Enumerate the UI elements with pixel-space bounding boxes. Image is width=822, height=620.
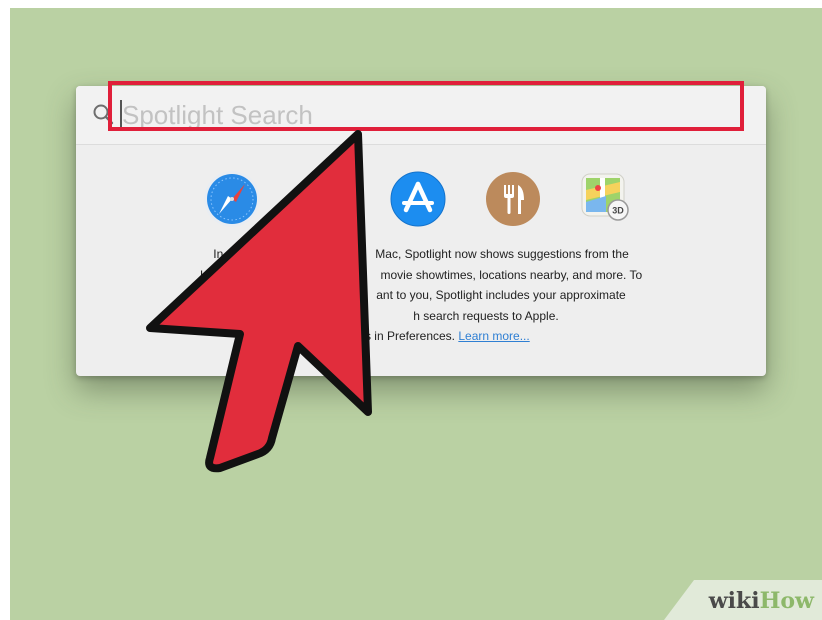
app-store-icon[interactable] <box>389 170 447 228</box>
suggestion-icons: 3D <box>76 156 766 228</box>
learn-more-link[interactable]: Learn more... <box>458 329 529 343</box>
wikihow-wiki: wiki <box>708 588 760 614</box>
info-line-3: Intern <box>199 267 231 282</box>
maps-icon[interactable]: 3D <box>576 168 634 226</box>
spotlight-suggestions-info: In additi Mac, Spotlight now shows sugges… <box>136 244 706 347</box>
wikihow-watermark: wikiHow <box>664 580 822 620</box>
info-line-1: In additi <box>213 247 256 261</box>
wikihow-how: How <box>759 588 814 614</box>
info-line-4: movie showtimes, locations nearby, and m… <box>380 267 643 282</box>
search-highlight-box <box>108 81 744 131</box>
info-line-2: Mac, Spotlight now shows suggestions fro… <box>375 247 629 261</box>
restaurant-icon[interactable] <box>484 170 542 228</box>
svg-text:3D: 3D <box>612 206 624 216</box>
info-line-5: ant to you, Spotlight includes your appr… <box>376 288 626 302</box>
wikihow-logo: wikiHow <box>709 588 814 614</box>
safari-icon[interactable] <box>203 170 261 228</box>
info-line-6: h search requests to Apple. <box>413 308 559 323</box>
info-line-7: this in Preferences. <box>352 329 455 343</box>
